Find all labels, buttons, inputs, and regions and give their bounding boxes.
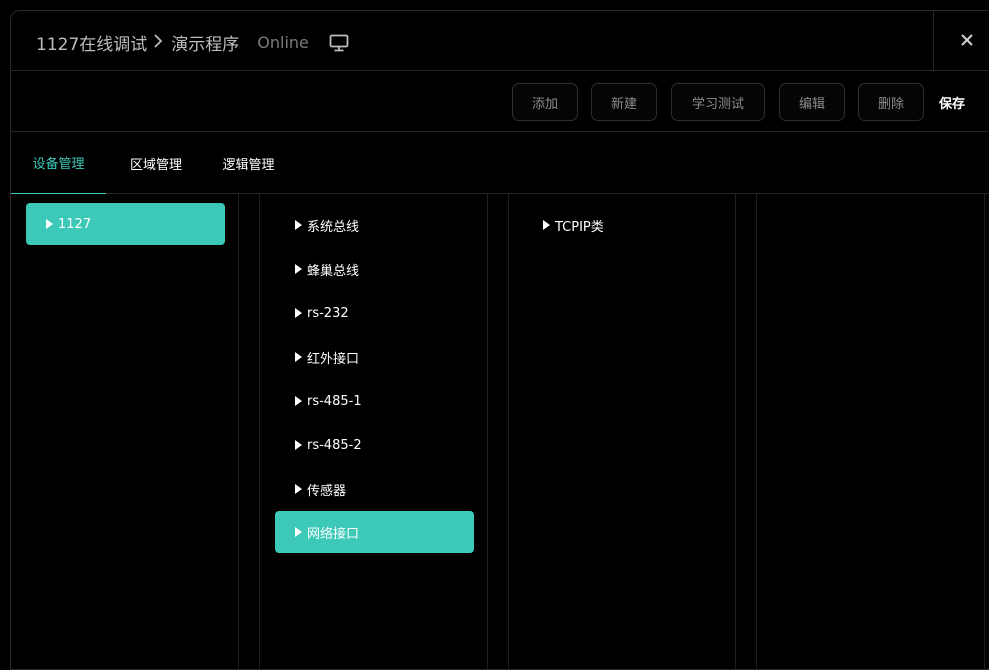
column-divider [238,194,239,669]
connection-status: Online [257,33,309,52]
caret-right-icon [543,220,550,230]
column-divider [756,194,757,669]
caret-right-icon [295,308,302,318]
close-area [933,11,989,71]
category-node-tcpip[interactable]: TCPIP类 [523,204,722,246]
bus-node-rs-232[interactable]: rs-232 [275,292,474,334]
node-label: 网络接口 [307,526,360,542]
debug-dialog: 1127在线调试 演示程序 Online 添加 新建 学习测试 编辑 删除 保存… [10,10,989,670]
save-button[interactable]: 保存 [939,83,989,121]
bus-node-rs-485-1[interactable]: rs-485-1 [275,380,474,422]
bus-node-network-interface[interactable]: 网络接口 [275,511,474,553]
caret-right-icon [295,352,302,362]
bus-node-system-bus[interactable]: 系统总线 [275,204,474,246]
caret-right-icon [46,219,53,229]
caret-right-icon [295,440,302,450]
add-button[interactable]: 添加 [512,83,578,121]
caret-right-icon [295,527,302,537]
edit-button[interactable]: 编辑 [779,83,845,121]
tab-bar: 设备管理 区域管理 逻辑管理 [11,132,989,194]
bus-node-honeycomb-bus[interactable]: 蜂巢总线 [275,248,474,290]
node-label: rs-232 [307,305,349,321]
monitor-icon[interactable] [329,33,349,53]
node-label: rs-485-1 [307,393,362,409]
bus-node-rs-485-2[interactable]: rs-485-2 [275,424,474,466]
breadcrumb-program: 演示程序 [171,35,240,55]
node-label: rs-485-2 [307,437,362,453]
column-divider [259,194,260,669]
toolbar: 添加 新建 学习测试 编辑 删除 保存 [11,71,989,132]
column-divider [735,194,736,669]
new-button[interactable]: 新建 [591,83,657,121]
caret-right-icon [295,220,302,230]
caret-right-icon [295,484,302,494]
learn-test-button[interactable]: 学习测试 [671,83,765,121]
node-label: 1127 [58,216,92,232]
column-divider [984,194,985,669]
node-label: 传感器 [307,483,347,499]
caret-right-icon [295,264,302,274]
breadcrumb-project[interactable]: 1127在线调试 [36,30,147,55]
bus-node-sensor[interactable]: 传感器 [275,468,474,510]
dialog-header: 1127在线调试 演示程序 Online [11,11,989,71]
node-label: TCPIP类 [555,219,604,235]
node-label: 系统总线 [307,219,360,235]
caret-right-icon [295,396,302,406]
breadcrumb: 1127在线调试 演示程序 Online [36,30,349,55]
column-divider [487,194,488,669]
chevron-right-icon [153,33,163,52]
tab-area-management[interactable]: 区域管理 [116,132,196,194]
node-label: 蜂巢总线 [307,263,360,279]
close-icon[interactable] [956,29,978,51]
node-label: 红外接口 [307,351,360,367]
delete-button[interactable]: 删除 [858,83,924,121]
tab-device-management[interactable]: 设备管理 [11,132,106,194]
tab-logic-management[interactable]: 逻辑管理 [211,132,286,194]
bus-node-infrared[interactable]: 红外接口 [275,336,474,378]
device-node-1127[interactable]: 1127 [26,203,225,245]
column-divider [508,194,509,669]
